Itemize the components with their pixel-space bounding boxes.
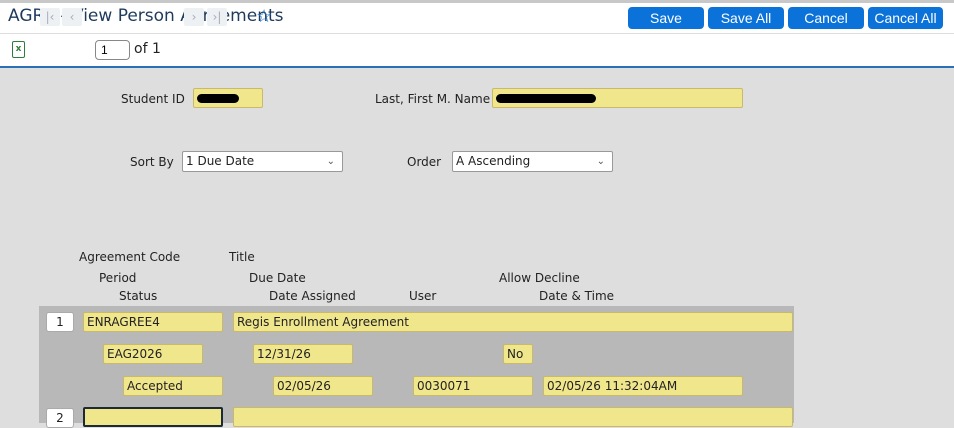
page-count: of 1 [134, 41, 161, 57]
date-time-field[interactable]: 02/05/26 11:32:04AM [543, 376, 743, 396]
excel-icon[interactable]: x [12, 41, 25, 58]
allow-decline-field[interactable]: No [503, 344, 533, 364]
row-number: 2 [46, 408, 74, 428]
chevron-down-icon: ⌄ [596, 156, 605, 167]
sort-by-label: Sort By [130, 155, 174, 169]
row-number: 1 [46, 312, 74, 332]
chevron-down-icon: ⌄ [326, 156, 335, 167]
sort-by-value: 1 Due Date [186, 154, 255, 168]
last-page-icon[interactable]: ›| [207, 8, 227, 26]
col-date-assigned: Date Assigned [269, 289, 356, 303]
name-label: Last, First M. Name [375, 92, 491, 106]
col-user: User [409, 289, 437, 303]
order-label: Order [407, 155, 442, 169]
col-title: Title [229, 250, 255, 264]
cancel-button[interactable]: Cancel [788, 7, 864, 29]
order-select[interactable]: A Ascending ⌄ [452, 151, 613, 172]
date-assigned-field[interactable]: 02/05/26 [273, 376, 373, 396]
student-id-field[interactable] [193, 88, 263, 108]
previous-page-icon[interactable]: ‹ [62, 8, 82, 26]
name-field[interactable] [492, 88, 743, 108]
cancel-all-button[interactable]: Cancel All [868, 7, 943, 29]
title-field[interactable] [233, 407, 793, 427]
user-field[interactable]: 0030071 [413, 376, 533, 396]
sort-by-select[interactable]: 1 Due Date ⌄ [182, 151, 343, 172]
save-all-button[interactable]: Save All [708, 7, 784, 29]
page-number-input[interactable] [95, 40, 130, 60]
due-date-field[interactable]: 12/31/26 [253, 344, 353, 364]
star-outline-icon[interactable]: ☆ [256, 6, 272, 27]
title-field[interactable]: Regis Enrollment Agreement [233, 312, 793, 332]
col-period: Period [99, 271, 137, 285]
agreement-code-field[interactable]: ENRAGREE4 [83, 312, 223, 332]
period-field[interactable]: EAG2026 [103, 344, 203, 364]
next-page-icon[interactable]: › [184, 8, 204, 26]
col-status: Status [119, 289, 158, 303]
col-date-time: Date & Time [539, 289, 615, 303]
save-button[interactable]: Save [628, 7, 704, 29]
student-id-label: Student ID [121, 92, 185, 106]
order-value: A Ascending [456, 154, 531, 168]
col-agreement-code: Agreement Code [79, 250, 181, 264]
col-due-date: Due Date [249, 271, 306, 285]
status-field[interactable]: Accepted [123, 376, 223, 396]
col-allow-decline: Allow Decline [499, 271, 580, 285]
first-page-icon[interactable]: |‹ [40, 8, 60, 26]
agreement-code-field[interactable] [83, 407, 223, 427]
